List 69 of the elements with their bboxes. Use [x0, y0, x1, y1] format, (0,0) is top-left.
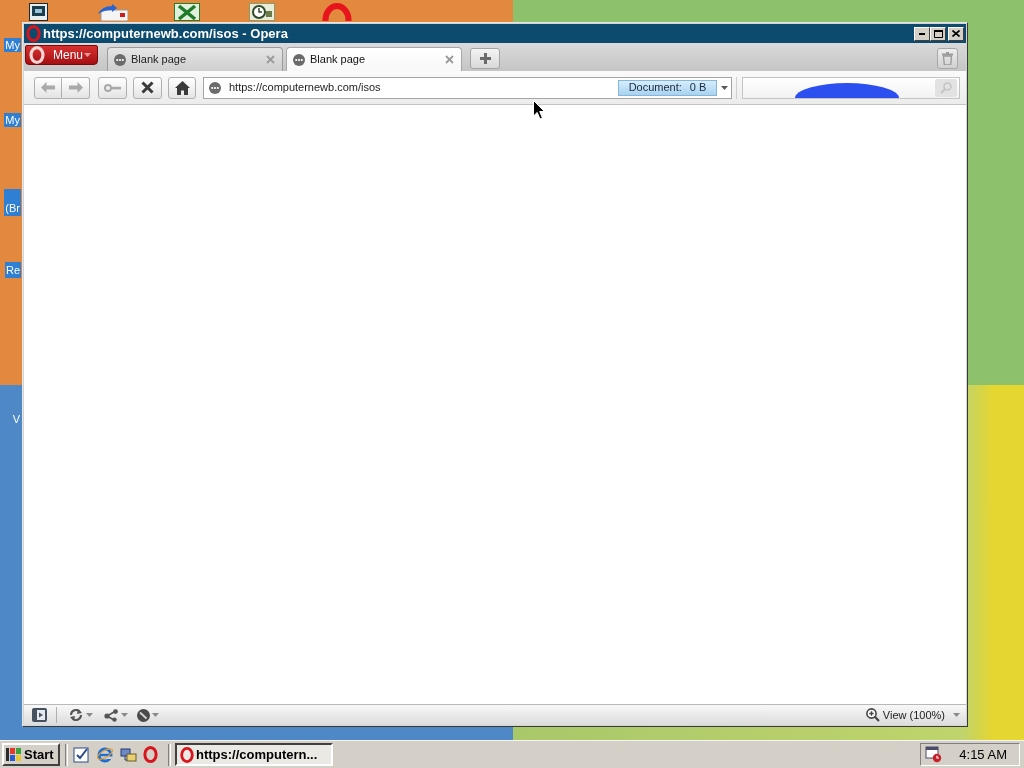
key-icon: [104, 83, 121, 92]
desktop-icon-label[interactable]: V: [11, 412, 21, 426]
zoom-button[interactable]: View (100%): [865, 707, 960, 723]
o-logo-icon: [180, 746, 194, 763]
right-arrow-icon: [68, 82, 83, 93]
close-tab-button[interactable]: [444, 54, 455, 65]
caret-icon: [121, 713, 128, 717]
caret-icon: [152, 713, 159, 717]
sync-button[interactable]: [67, 707, 94, 723]
monitor-icon[interactable]: [29, 3, 48, 21]
caret-icon: [84, 53, 91, 57]
slashed-circle-button[interactable]: [136, 707, 160, 723]
house-icon: [174, 80, 190, 95]
close-icon: [141, 81, 154, 94]
desktop-icon-label[interactable]: My: [4, 113, 21, 127]
desktop-icon-label[interactable]: (Br: [4, 189, 21, 216]
page-icon: [209, 81, 221, 94]
close-icon: [266, 55, 275, 64]
search-icon: [940, 81, 952, 94]
semicircle-icon: [795, 82, 899, 98]
sync-icon: [68, 709, 84, 721]
search-field[interactable]: [742, 76, 960, 99]
tab[interactable]: Blank page: [286, 47, 462, 71]
minimize-button[interactable]: [914, 26, 930, 41]
panel-toggle-icon: [31, 708, 47, 722]
envelope-arrow-icon[interactable]: [96, 4, 128, 21]
maximize-icon: [933, 29, 943, 38]
clock-text: 4:15 AM: [959, 748, 1007, 761]
maximize-button[interactable]: [930, 26, 946, 41]
close-icon: [445, 55, 454, 64]
load-status-badge: Document: 0 B: [618, 79, 717, 96]
share-button[interactable]: [103, 707, 129, 723]
close-button[interactable]: [948, 26, 964, 41]
caret-icon: [953, 713, 960, 717]
stop-button[interactable]: [133, 76, 162, 99]
left-arrow-icon: [41, 82, 55, 93]
address-field[interactable]: https://computernewb.com/isos Document: 0 B: [203, 76, 732, 99]
clock-icon[interactable]: [249, 3, 275, 21]
calendar-icon[interactable]: [925, 746, 942, 763]
page-icon: [114, 53, 126, 66]
zoom-in-icon: [865, 708, 880, 722]
flag-icon: [6, 747, 22, 762]
spreadsheet-icon[interactable]: [174, 3, 200, 21]
tab[interactable]: Blank page: [107, 47, 283, 71]
page-icon: [293, 53, 305, 66]
desktop-icon-label[interactable]: My: [4, 38, 21, 52]
close-icon: [952, 30, 960, 37]
e-logo-icon[interactable]: [96, 746, 114, 763]
caret-icon: [86, 713, 93, 717]
caret-icon: [720, 85, 728, 90]
o-logo-icon[interactable]: [143, 746, 158, 763]
o-logo-icon: [26, 25, 41, 42]
menu-button[interactable]: Menu: [25, 45, 98, 65]
share-nodes-icon: [104, 708, 119, 722]
start-button[interactable]: Start: [2, 743, 60, 766]
plus-icon: [479, 53, 491, 64]
window-title: https://computernewb.com/isos - Opera: [43, 27, 288, 40]
new-tab-button[interactable]: [470, 48, 500, 69]
url-text[interactable]: https://computernewb.com/isos: [229, 82, 381, 93]
mouse-pointer-icon: [533, 100, 545, 120]
o-logo-icon: [29, 46, 45, 64]
panel-toggle-button[interactable]: [31, 707, 47, 723]
home-button[interactable]: [168, 76, 196, 99]
trash-can-icon: [942, 52, 953, 65]
network-icon[interactable]: [120, 746, 137, 763]
checklist-icon[interactable]: [73, 746, 90, 763]
slashed-circle-icon: [137, 708, 150, 722]
taskbar-task-button[interactable]: https://computern...: [175, 743, 333, 766]
minimize-icon: [919, 32, 925, 35]
